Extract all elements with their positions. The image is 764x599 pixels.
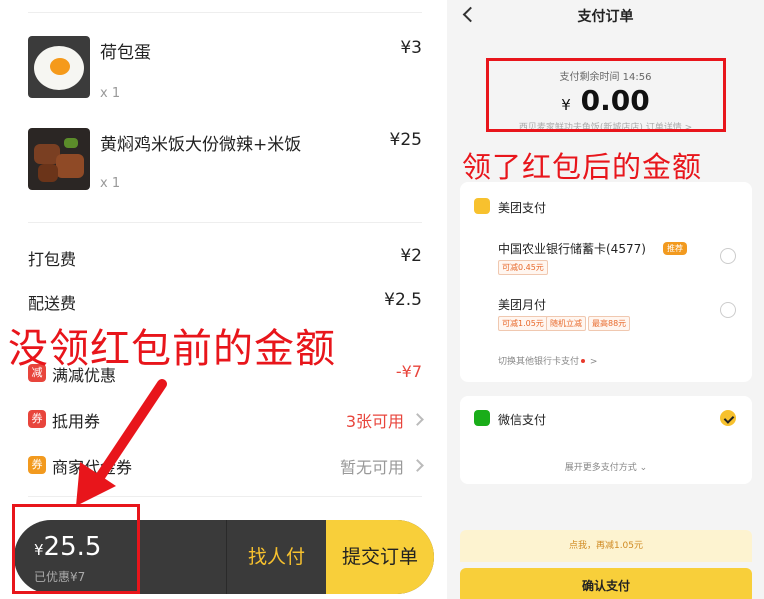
item-name: 黄焖鸡米饭大份微辣+米饭 (100, 135, 302, 155)
wechat-pay-radio-selected[interactable] (720, 410, 736, 426)
annotation-before-coupon: 没领红包前的金额 (8, 326, 336, 372)
coupon-label[interactable]: 抵用券 (52, 408, 100, 432)
fried-egg-image (28, 36, 90, 98)
discount-value: -¥7 (395, 362, 422, 381)
merchant-voucher-icon: 券 (28, 456, 46, 474)
item-name: 荷包蛋 (100, 43, 151, 63)
coupon-icon: 券 (28, 410, 46, 428)
meituan-pay-card: 美团支付 中国农业银行储蓄卡(4577) 推荐 可减0.45元 美团月付 可减1… (460, 182, 752, 382)
header: 支付订单 (447, 0, 764, 34)
red-dot-icon (581, 359, 586, 363)
merchant-voucher-label[interactable]: 商家代金券 (52, 454, 132, 478)
wechat-pay-card: 微信支付 展开更多支付方式 ⌄ (460, 396, 752, 484)
braised-chicken-rice-image (28, 128, 90, 190)
annotation-after-coupon: 领了红包后的金额 (462, 150, 703, 184)
delivery-fee-label: 配送费 (28, 294, 77, 313)
order-confirmation-panel: 荷包蛋 x 1 ¥3 黄焖鸡米饭大份微辣+米饭 x 1 ¥25 打包费 ¥2 配… (0, 0, 442, 599)
switch-bank-card-link[interactable]: 切换其他银行卡支付 > (498, 354, 597, 367)
discount-tag: 随机立减 (546, 316, 586, 331)
more-payment-methods[interactable]: 展开更多支付方式 ⌄ (460, 460, 752, 473)
more-payment-methods-text: 展开更多支付方式 (564, 463, 637, 473)
discount-tag: 可减0.45元 (498, 260, 548, 275)
divider (28, 496, 422, 497)
discount-tag: 可减1.05元 (498, 316, 548, 331)
recommend-badge: 推荐 (663, 242, 687, 255)
divider (28, 222, 422, 223)
promo-strip[interactable]: 点我，再减1.05元 (460, 530, 752, 562)
wechat-pay-title: 微信支付 (498, 413, 547, 427)
chevron-right-icon[interactable] (411, 413, 424, 426)
item-price: ¥25 (389, 130, 422, 150)
merchant-voucher-value[interactable]: 暂无可用 (340, 454, 404, 478)
discount-tag: 最高88元 (588, 316, 631, 331)
item-quantity: x 1 (100, 176, 121, 191)
highlight-box (12, 504, 140, 594)
chevron-right-icon[interactable] (411, 459, 424, 472)
delivery-fee-value: ¥2.5 (384, 290, 422, 310)
highlight-box (486, 58, 726, 132)
meituan-pay-title: 美团支付 (498, 201, 547, 215)
page-title: 支付订单 (577, 9, 634, 25)
confirm-payment-button[interactable]: 确认支付 (460, 568, 752, 599)
wechat-pay-icon (474, 410, 490, 426)
item-quantity: x 1 (100, 86, 121, 101)
packaging-fee-label: 打包费 (28, 250, 77, 269)
item-price: ¥3 (400, 38, 422, 58)
monthly-pay-radio[interactable] (720, 302, 736, 318)
bank-card-radio[interactable] (720, 248, 736, 264)
meituan-pay-icon (474, 198, 490, 214)
divider (28, 12, 422, 13)
packaging-fee-value: ¥2 (400, 246, 422, 266)
submit-order-button[interactable]: 提交订单 (326, 520, 434, 594)
find-someone-to-pay-button[interactable]: 找人付 (226, 520, 326, 594)
monthly-pay-option[interactable]: 美团月付 (498, 296, 546, 313)
switch-bank-card-text: 切换其他银行卡支付 (498, 357, 580, 367)
coupon-value[interactable]: 3张可用 (346, 408, 404, 432)
bank-card-option[interactable]: 中国农业银行储蓄卡(4577) (498, 240, 646, 257)
